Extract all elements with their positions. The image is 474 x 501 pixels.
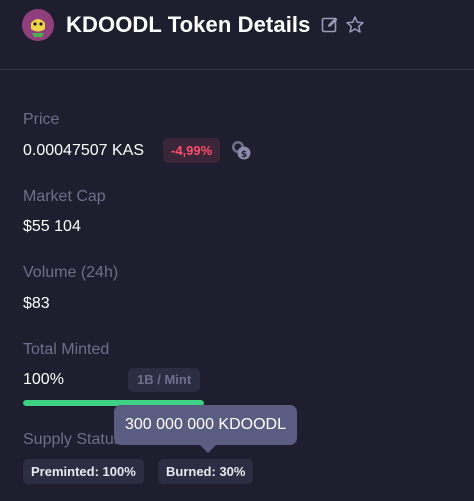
total-minted-value: 100% — [23, 371, 64, 388]
coins-icon[interactable]: $ — [230, 139, 252, 161]
market-cap-label: Market Cap — [23, 188, 106, 205]
preminted-badge: Preminted: 100% — [23, 459, 144, 484]
price-change-badge: -4,99% — [163, 138, 221, 163]
edit-icon[interactable] — [320, 15, 340, 35]
burned-tooltip: 300 000 000 KDOODL — [114, 405, 297, 445]
star-icon[interactable] — [345, 15, 365, 35]
per-mint-badge: 1B / Mint — [128, 368, 201, 392]
burned-badge[interactable]: Burned: 30% — [158, 459, 254, 484]
market-cap-value: $55 104 — [23, 218, 81, 235]
token-avatar — [22, 9, 54, 41]
page-header: KDOODL Token Details — [0, 0, 474, 70]
supply-status-label: Supply Status — [23, 431, 122, 448]
price-label: Price — [23, 111, 60, 128]
volume-value: $83 — [23, 295, 50, 312]
page-title: KDOODL Token Details — [66, 12, 311, 37]
volume-label: Volume (24h) — [23, 264, 119, 281]
svg-text:$: $ — [241, 150, 247, 160]
price-value: 0.00047507 KAS — [23, 142, 144, 159]
tooltip-arrow — [200, 445, 216, 453]
total-minted-label: Total Minted — [23, 341, 110, 358]
